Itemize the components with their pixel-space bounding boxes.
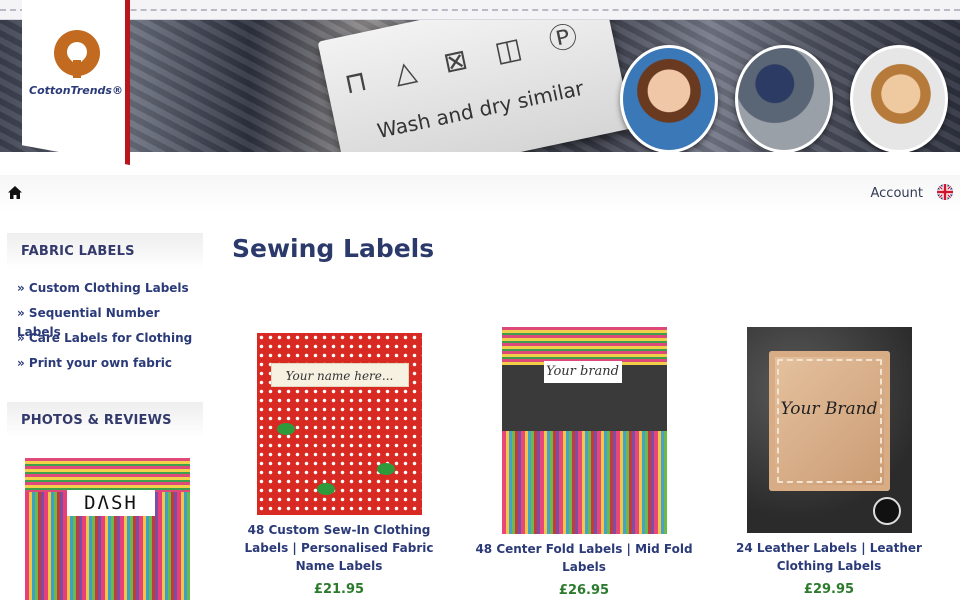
sidebar-fabric-labels-heading: FABRIC LABELS: [7, 233, 203, 269]
header-banner: ⊓ △ ⊠ ◫ Ⓟ Wash and dry similar: [0, 20, 960, 152]
product-image[interactable]: Your Brand: [746, 327, 912, 533]
product-image-label: Your brand: [543, 361, 622, 383]
product-name-link[interactable]: 24 Leather Labels | Leather Clothing Lab…: [714, 539, 944, 575]
sidebar-link[interactable]: » Print your own fabric: [17, 356, 172, 370]
product-card: Your Brand 24 Leather Labels | Leather C…: [714, 327, 944, 597]
product-name-link[interactable]: 48 Center Fold Labels | Mid Fold Labels: [469, 540, 699, 576]
product-card: Your brand 48 Center Fold Labels | Mid F…: [469, 327, 699, 598]
top-stitch-border: [0, 0, 960, 20]
banner-care-tag: ⊓ △ ⊠ ◫ Ⓟ Wash and dry similar: [317, 20, 633, 152]
product-image[interactable]: Your brand: [501, 327, 667, 534]
sidebar-item-custom-clothing-labels: » Custom Clothing Labels: [17, 277, 203, 302]
sidebar-item-care-labels: » Care Labels for Clothing: [17, 327, 203, 352]
sidebar-photos-reviews-heading: PHOTOS & REVIEWS: [7, 402, 203, 438]
top-navbar: Account: [0, 175, 960, 213]
leather-patch: [768, 351, 890, 491]
sidebar-item-print-fabric: » Print your own fabric: [17, 352, 203, 377]
product-image-label: Your name here...: [270, 363, 409, 387]
product-price: £29.95: [803, 582, 855, 597]
review-photo-label: DΛSH: [67, 490, 155, 516]
product-name-link[interactable]: 48 Custom Sew-In Clothing Labels | Perso…: [224, 521, 454, 575]
account-link[interactable]: Account: [871, 186, 924, 201]
sidebar-link[interactable]: » Custom Clothing Labels: [17, 281, 189, 295]
sidebar: FABRIC LABELS » Custom Clothing Labels »…: [7, 233, 203, 600]
product-image[interactable]: Your name here...: [256, 333, 422, 515]
sidebar-item-sequential-number-labels: » Sequential Number Labels: [17, 302, 203, 339]
page-title: Sewing Labels: [232, 234, 435, 263]
product-card: Your name here... 48 Custom Sew-In Cloth…: [224, 333, 454, 597]
sidebar-link[interactable]: » Care Labels for Clothing: [17, 331, 192, 345]
portrait-man: [850, 45, 948, 152]
sidebar-category-list: » Custom Clothing Labels » Sequential Nu…: [7, 269, 203, 377]
portrait-sewing-worker: [735, 45, 833, 152]
uk-flag-icon[interactable]: [937, 184, 953, 200]
portrait-woman: [620, 45, 718, 152]
product-price: £26.95: [558, 583, 610, 598]
logo[interactable]: CottonTrends®: [22, 0, 130, 165]
product-image-label: Your Brand: [780, 399, 878, 419]
seal-badge-icon: [872, 497, 901, 525]
logo-text: CottonTrends®: [29, 84, 123, 97]
product-price: £21.95: [313, 582, 365, 597]
home-icon[interactable]: [7, 185, 23, 201]
review-photo[interactable]: DΛSH: [25, 458, 190, 600]
cotton-logo-icon: [54, 30, 100, 78]
